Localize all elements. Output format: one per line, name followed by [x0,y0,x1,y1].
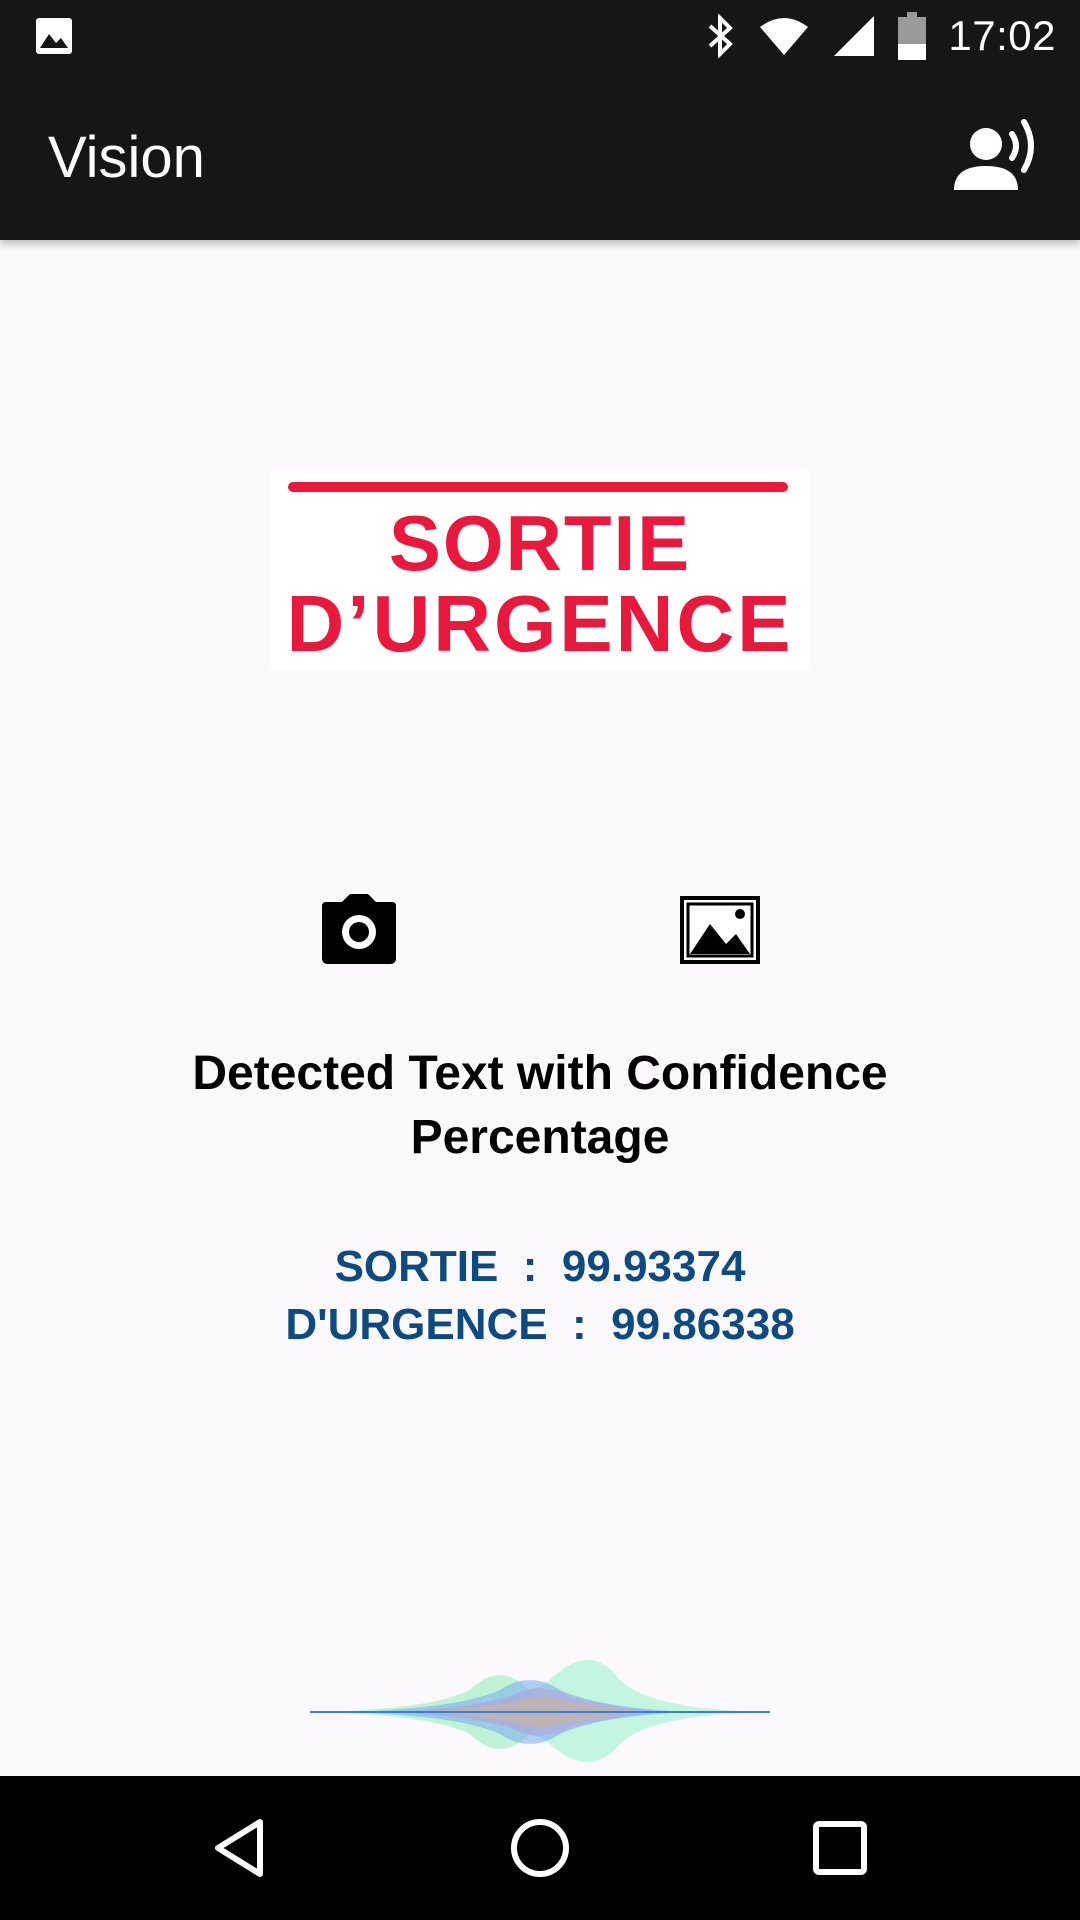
recents-button[interactable] [804,1812,876,1884]
result-row: D'URGENCE : 99.86338 [285,1300,795,1349]
back-button[interactable] [204,1812,276,1884]
status-time: 17:02 [948,12,1056,59]
back-icon [215,1819,263,1877]
home-button[interactable] [504,1812,576,1884]
wifi-icon [760,18,809,55]
waveform-graphic [310,1660,770,1762]
camera-button[interactable] [320,892,398,966]
signal-icon [834,16,875,56]
camera-icon [322,894,396,964]
results-heading: Detected Text with Confidence Percentage [0,1042,1080,1170]
result-row: SORTIE : 99.93374 [334,1242,746,1291]
image-notification-icon [36,18,72,54]
sign-text-line2: D’URGENCE [286,579,794,668]
sign-text-line1: SORTIE [388,499,692,587]
status-bar: 17:02 [0,0,1080,72]
recents-icon [813,1821,867,1875]
voice-person-icon [954,119,1034,190]
voice-waveform [310,1640,770,1770]
results-list: SORTIE : 99.93374 D'URGENCE : 99.86338 [0,1238,1080,1354]
results-heading-line1: Detected Text with Confidence [192,1047,888,1100]
sign-image: SORTIE D’URGENCE [270,470,810,670]
battery-icon [898,12,927,60]
voice-button[interactable] [944,112,1044,200]
app-title: Vision [48,125,205,190]
gallery-icon [680,896,760,964]
navigation-bar [0,1776,1080,1920]
sign-top-stripe [288,482,788,492]
app-bar: Vision [0,72,1080,240]
results-heading-line2: Percentage [410,1111,670,1164]
home-icon [511,1819,569,1877]
bluetooth-icon [709,14,734,58]
gallery-button[interactable] [680,896,760,964]
